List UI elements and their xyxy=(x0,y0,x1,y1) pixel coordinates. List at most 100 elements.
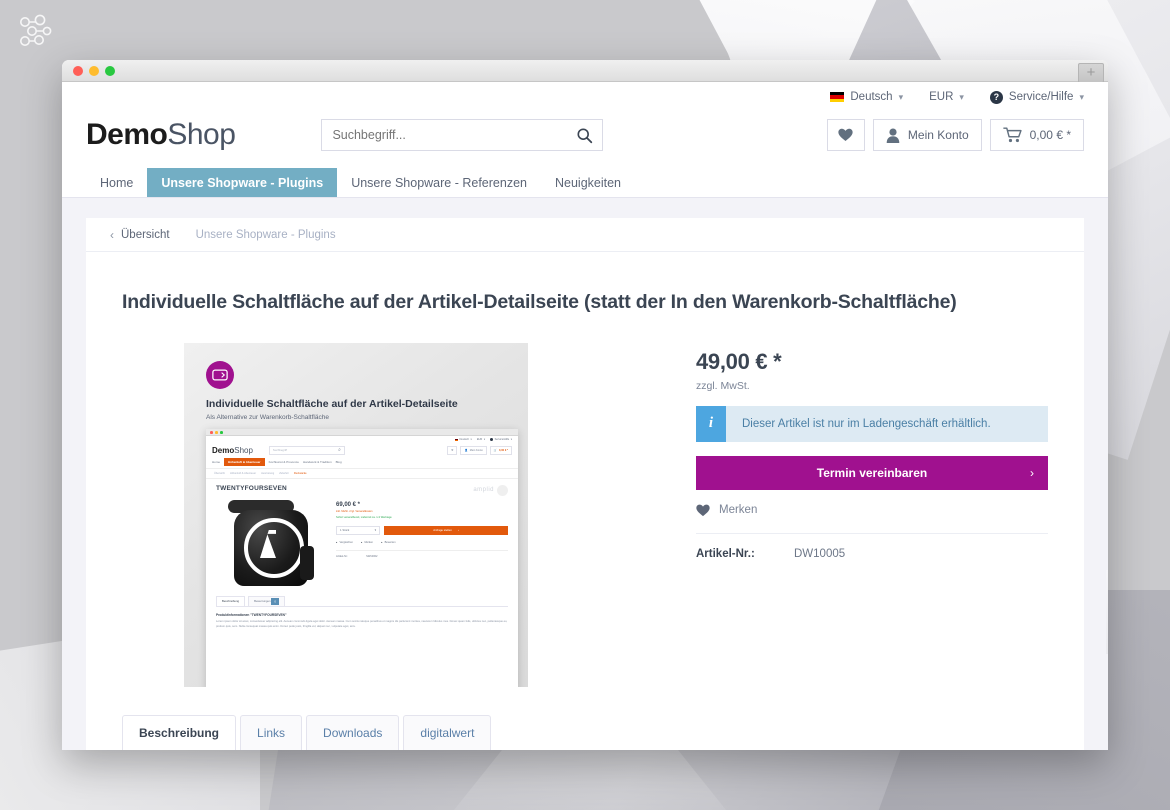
sku-row: Artikel-Nr.: DW10005 xyxy=(696,548,1048,560)
sku-label: Artikel-Nr.: xyxy=(696,547,755,560)
inner-language: Deutsch xyxy=(459,438,470,442)
inner-header: DemoShop Suchbegriff ⌕ ❤ 👤 Mein Konto 🛒 0,… xyxy=(206,444,518,458)
availability-notice-text: Dieser Artikel ist nur im Ladengeschäft … xyxy=(742,417,991,430)
tab-digitalwert[interactable]: digitalwert xyxy=(403,714,492,750)
breadcrumb-current[interactable]: Unsere Shopware - Plugins xyxy=(196,229,336,241)
cart-amount: 0,00 € * xyxy=(1029,128,1071,142)
inner-logo-bold: Demo xyxy=(212,445,235,455)
question-mark-icon: ? xyxy=(989,90,1003,104)
chevron-down-icon: ▾ xyxy=(959,91,964,102)
wishlist-label: Merken xyxy=(719,504,758,517)
chevron-down-icon: ▾ xyxy=(898,91,904,102)
nav-item-home[interactable]: Home xyxy=(86,168,147,197)
nav-item-neuigkeiten[interactable]: Neuigkeiten xyxy=(541,168,635,197)
inner-price: 69,00 € * xyxy=(336,501,361,508)
inner-tab: Bewertungen 0 xyxy=(248,595,285,606)
product-detail: Individuelle Schaltfläche auf der Artike… xyxy=(86,252,1084,687)
inner-brand-logo-icon xyxy=(497,484,508,496)
account-button[interactable]: Mein Konto xyxy=(872,119,982,151)
inner-desc-body: Lorem ipsum dolor sit amet, consectetuer… xyxy=(216,619,508,628)
logo-text-light: Shop xyxy=(167,118,236,151)
nodes-logo-icon xyxy=(20,14,52,46)
availability-notice: i Dieser Artikel ist nur im Ladengeschäf… xyxy=(696,405,1048,442)
appointment-button[interactable]: Termin vereinbaren › xyxy=(696,455,1048,490)
browser-window: + Deutsch ▾ EUR ▾ ? Service/Hilfe ▾ Demo… xyxy=(62,60,1108,750)
product-image-headline: Individuelle Schaltfläche auf der Artike… xyxy=(206,397,458,410)
shop-logo[interactable]: DemoShop xyxy=(86,118,236,152)
shop-page: Deutsch ▾ EUR ▾ ? Service/Hilfe ▾ DemoSh… xyxy=(62,82,1108,750)
header-main: DemoShop Suchbegriff... Mein Konto 0,00 … xyxy=(62,112,1108,168)
service-menu[interactable]: ? Service/Hilfe ▾ xyxy=(989,90,1084,104)
inner-breadcrumb: Übersicht Höhenluft & Abenteuer Ausrüstu… xyxy=(206,467,518,479)
inner-topbar: Deutsch ▾ EUR ▾ Service/Hilfe ▾ xyxy=(206,436,518,444)
cart-button[interactable]: 0,00 € * xyxy=(989,119,1084,151)
chevron-right-icon: › xyxy=(1030,465,1034,480)
browser-titlebar: + xyxy=(62,60,1108,83)
search-box[interactable] xyxy=(321,119,604,151)
button-click-icon xyxy=(206,360,234,389)
window-controls[interactable] xyxy=(73,66,115,76)
product-image[interactable]: Individuelle Schaltfläche auf der Artike… xyxy=(184,342,528,687)
inner-stock: Sofort versandbereit, Lieferzeit ca. 1-3… xyxy=(336,515,392,519)
inner-wishlist: ❤ xyxy=(447,445,458,455)
inner-nav-item: Blog xyxy=(335,459,342,464)
account-label: Mein Konto xyxy=(907,128,969,142)
inner-nav-item: Kochkunst & Provence xyxy=(268,459,299,464)
tab-downloads[interactable]: Downloads xyxy=(306,714,400,750)
vat-note: zzgl. MwSt. xyxy=(696,379,750,392)
nav-item-referenzen[interactable]: Unsere Shopware - Referenzen xyxy=(337,168,541,197)
search-button[interactable] xyxy=(566,120,602,150)
minimize-window-button[interactable] xyxy=(89,66,99,76)
breadcrumb-back-link[interactable]: ‹ Übersicht xyxy=(110,228,170,242)
language-selector[interactable]: Deutsch ▾ xyxy=(830,91,903,103)
inner-nav-item-active: Höhenluft & Abenteuer xyxy=(224,457,265,466)
close-window-button[interactable] xyxy=(73,66,83,76)
tab-beschreibung[interactable]: Beschreibung xyxy=(122,714,237,750)
inner-crumb: Übersicht xyxy=(214,471,225,475)
inner-crumb-current: Rucksäcke xyxy=(293,471,307,475)
inner-crumb: Höhenluft & Abenteuer xyxy=(229,471,257,475)
search-icon: ⌕ xyxy=(338,447,341,454)
description-tabs: Beschreibung Links Downloads digitalwert xyxy=(122,714,1048,750)
product-image-inner-screenshot: Deutsch ▾ EUR ▾ Service/Hilfe ▾ DemoShop Su… xyxy=(206,428,518,687)
next-product-button[interactable]: › xyxy=(1106,570,1108,654)
search-input[interactable] xyxy=(322,120,567,150)
tab-links[interactable]: Links xyxy=(240,714,303,750)
nav-item-plugins[interactable]: Unsere Shopware - Plugins xyxy=(147,168,338,197)
chevron-left-icon: ‹ xyxy=(110,227,114,242)
wishlist-link[interactable]: Merken xyxy=(696,504,1048,534)
zoom-window-button[interactable] xyxy=(105,66,115,76)
currency-selector[interactable]: EUR ▾ xyxy=(929,91,964,103)
inner-account: 👤 Mein Konto xyxy=(460,445,487,455)
inner-logo: DemoShop xyxy=(212,446,253,455)
heart-icon xyxy=(838,128,854,141)
language-label: Deutsch xyxy=(850,91,893,103)
inner-nav-item: Home xyxy=(212,459,221,464)
inner-description: Produktinformationen "TWENTYFOURSEVEN" L… xyxy=(216,605,508,629)
inner-cart: 🛒 0,00 € * xyxy=(489,445,512,455)
inner-product-title: TWENTYFOURSEVEN xyxy=(216,484,287,492)
inner-search-placeholder: Suchbegriff xyxy=(272,448,288,453)
service-label: Service/Hilfe xyxy=(1008,91,1074,103)
inner-header-actions: ❤ 👤 Mein Konto 🛒 0,00 € * xyxy=(447,445,512,455)
inner-tabs: Beschreibung Bewertungen 0 xyxy=(206,588,518,606)
inner-product-head: TWENTYFOURSEVEN amplid xyxy=(206,479,518,496)
inner-cta-button: Anfrage stellen › xyxy=(384,525,508,535)
breadcrumb: ‹ Übersicht Unsere Shopware - Plugins xyxy=(86,218,1084,252)
inner-titlebar xyxy=(206,428,518,436)
inner-service: Service/Hilfe xyxy=(494,438,510,442)
main-navigation: Home Unsere Shopware - Plugins Unsere Sh… xyxy=(62,168,1108,198)
inner-brand-name: amplid xyxy=(473,487,494,494)
shopping-cart-icon xyxy=(1002,127,1022,143)
inner-search-box: Suchbegriff ⌕ xyxy=(268,445,345,455)
inner-brand: amplid xyxy=(473,484,508,496)
new-tab-button[interactable]: + xyxy=(1078,63,1104,83)
product-media: Individuelle Schaltfläche auf der Artike… xyxy=(122,342,590,687)
currency-label: EUR xyxy=(929,91,954,103)
inner-product-photo xyxy=(216,496,328,588)
sku-value: DW10005 xyxy=(794,547,846,560)
chevron-down-icon: ▾ xyxy=(1079,91,1084,102)
breadcrumb-back-label: Übersicht xyxy=(121,228,170,241)
page-title: Individuelle Schaltfläche auf der Artike… xyxy=(122,291,957,313)
wishlist-button[interactable] xyxy=(826,119,865,151)
